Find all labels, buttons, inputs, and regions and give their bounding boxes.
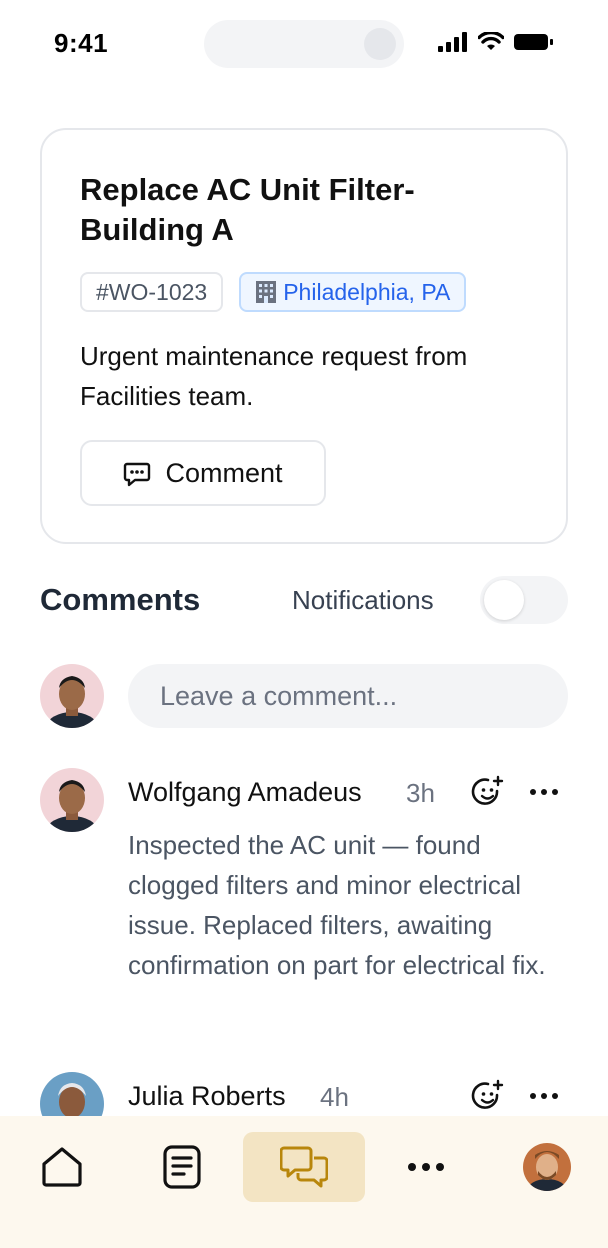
notifications-toggle[interactable]: [480, 576, 568, 624]
comment-author-avatar: [40, 768, 104, 832]
comment-more-button[interactable]: [526, 1078, 562, 1114]
nav-profile[interactable]: [514, 1132, 580, 1202]
comment-timestamp: 3h: [406, 778, 435, 808]
comment-button-label: Comment: [165, 457, 283, 488]
work-order-title: Replace AC Unit Filter-Building A: [80, 172, 415, 247]
add-reaction-button[interactable]: [470, 774, 506, 810]
work-order-tags: #WO-1023 Philadelphia, PA: [80, 272, 467, 312]
comments-heading: Comments: [40, 582, 201, 617]
bottom-nav: [0, 1116, 608, 1248]
more-horizontal-icon: [530, 1093, 558, 1099]
work-order-card: Replace AC Unit Filter-Building A #WO-10…: [40, 128, 568, 544]
status-bar: 9:41: [0, 0, 608, 90]
nav-more[interactable]: [386, 1132, 466, 1202]
more-icon: [408, 1163, 444, 1171]
home-icon: [42, 1147, 82, 1187]
location-tag[interactable]: Philadelphia, PA: [239, 272, 467, 312]
add-reaction-button[interactable]: [470, 1078, 506, 1114]
wifi-icon: [478, 32, 504, 50]
status-icons: [438, 32, 554, 52]
work-order-description: Urgent maintenance request from Faciliti…: [80, 341, 468, 411]
comment-author-name: Julia Roberts: [128, 1081, 286, 1111]
chat-bubble-icon: [124, 462, 151, 487]
camera-dot: [364, 28, 396, 60]
dynamic-island: [204, 20, 404, 68]
battery-icon: [514, 34, 553, 50]
nav-home[interactable]: [22, 1132, 102, 1202]
nav-documents[interactable]: [142, 1132, 222, 1202]
comment-body: Inspected the AC unit — found clogged fi…: [128, 830, 546, 980]
status-time: 9:41: [54, 28, 109, 58]
toggle-knob: [484, 580, 524, 620]
nav-comments[interactable]: [243, 1132, 365, 1202]
comment-timestamp: 4h: [320, 1082, 349, 1112]
more-horizontal-icon: [530, 789, 558, 795]
comment-more-button[interactable]: [526, 774, 562, 810]
chat-icon: [280, 1146, 328, 1188]
work-order-id-tag: #WO-1023: [80, 272, 224, 312]
profile-avatar: [523, 1143, 571, 1191]
add-reaction-icon: [471, 1079, 504, 1109]
work-order-id: #WO-1023: [96, 278, 208, 305]
add-reaction-icon: [471, 775, 504, 805]
comment-input[interactable]: [128, 664, 568, 728]
location-label: Philadelphia, PA: [283, 278, 451, 305]
building-icon: [256, 281, 277, 303]
comment-button[interactable]: Comment: [80, 440, 326, 506]
current-user-avatar: [40, 664, 104, 728]
comment-author-name: Wolfgang Amadeus: [128, 777, 362, 807]
signal-icon: [438, 32, 467, 52]
document-icon: [163, 1145, 201, 1189]
notifications-label: Notifications: [292, 585, 434, 615]
